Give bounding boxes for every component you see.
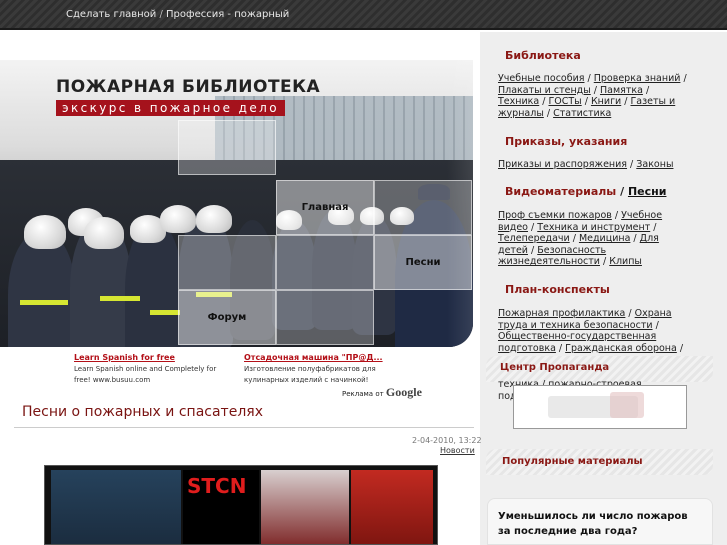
link-books[interactable]: Книги — [591, 96, 621, 107]
nav-home[interactable]: Главная — [276, 180, 374, 235]
nav-songs[interactable]: Песни — [374, 235, 472, 290]
link-laws[interactable]: Законы — [636, 159, 673, 170]
ad-item: Learn Spanish for free Learn Spanish onl… — [74, 352, 234, 386]
ads-by-label: Реклама от — [342, 390, 384, 398]
nav-tile — [276, 290, 374, 345]
link-clips[interactable]: Клипы — [609, 256, 642, 267]
poll-box: Уменьшилось ли число пожаров за последни… — [487, 498, 713, 545]
ad-text: Изготовление полуфабрикатов для кулинарн… — [244, 365, 376, 384]
songs-heading-link[interactable]: Песни — [628, 185, 667, 198]
page-breadcrumb[interactable]: Профессия - пожарный — [166, 9, 289, 20]
plans-heading: План-конспекты — [505, 283, 610, 296]
article-title[interactable]: Песни о пожарных и спасателях — [22, 404, 263, 420]
divider — [14, 427, 474, 428]
link-gost[interactable]: ГОСТы — [548, 96, 581, 107]
google-logo: Google — [385, 385, 422, 399]
link-tv[interactable]: Телепередачи — [498, 233, 570, 244]
propaganda-title: Центр Пропаганда — [500, 362, 610, 373]
hero-nav-grid: Главная Песни Форум — [178, 120, 473, 347]
reflective-stripe — [150, 310, 180, 315]
fire-truck-banner[interactable] — [513, 385, 687, 429]
link-statistics[interactable]: Статистика — [553, 108, 611, 119]
link-equipment[interactable]: Техника — [498, 96, 539, 107]
link-memo[interactable]: Памятка — [600, 85, 643, 96]
make-home-link[interactable]: Сделать главной — [66, 9, 156, 20]
truck-cab-shape — [610, 392, 644, 418]
nav-forum[interactable]: Форум — [178, 290, 276, 345]
article-image: STCN — [44, 465, 438, 545]
helmet-icon — [24, 215, 66, 249]
article-category-link[interactable]: Новости — [440, 446, 475, 455]
link-posters[interactable]: Плакаты и стенды — [498, 85, 591, 96]
library-heading: Библиотека — [505, 49, 581, 62]
video-heading: Видеоматериалы / Песни — [505, 185, 667, 198]
link-fire-prevention[interactable]: Пожарная профилактика — [498, 308, 625, 319]
nav-tile — [276, 235, 374, 290]
video-links: Проф съемки пожаров / Учебное видео / Те… — [498, 210, 663, 267]
nav-tile — [374, 180, 472, 235]
video-heading-text: Видеоматериалы — [505, 185, 617, 198]
site-title-block: ПОЖАРНАЯ БИБЛИОТЕКА экскурс в пожарное д… — [56, 77, 320, 116]
link-tools[interactable]: Техника и инструмент — [537, 222, 650, 233]
link-orders[interactable]: Приказы и распоряжения — [498, 159, 627, 170]
album-label: STCN — [187, 474, 247, 498]
popular-title: Популярные материалы — [502, 456, 643, 467]
ad-title-link[interactable]: Отсадочная машина "ПР@Д... — [244, 353, 383, 362]
album-cover: STCN — [183, 470, 259, 544]
link-textbooks[interactable]: Учебные пособия — [498, 73, 585, 84]
ads-by-google[interactable]: Реклама от Google — [342, 385, 422, 400]
ad-title-link[interactable]: Learn Spanish for free — [74, 353, 175, 362]
site-subtitle: экскурс в пожарное дело — [56, 100, 285, 116]
reflective-stripe — [20, 300, 68, 305]
album-cover — [261, 470, 349, 544]
nav-tile — [178, 235, 276, 290]
orders-links: Приказы и распоряжения / Законы — [498, 159, 674, 170]
link-fire-footage[interactable]: Проф съемки пожаров — [498, 210, 612, 221]
article-date: 2-04-2010, 13:22 — [412, 436, 482, 445]
album-cover — [351, 470, 433, 544]
ad-text: Learn Spanish online and Completely for … — [74, 365, 217, 384]
plans-links: Пожарная профилактика / Охрана труда и т… — [498, 308, 684, 354]
link-civil-defense[interactable]: Гражданская оборона — [565, 343, 677, 354]
site-title[interactable]: ПОЖАРНАЯ БИБЛИОТЕКА — [56, 77, 320, 97]
reflective-stripe — [100, 296, 140, 301]
link-medicine[interactable]: Медицина — [579, 233, 630, 244]
link-knowledge-test[interactable]: Проверка знаний — [594, 73, 681, 84]
top-links: Сделать главной / Профессия - пожарный — [66, 9, 289, 20]
nav-tile — [178, 120, 276, 175]
popular-tab[interactable]: Популярные материалы — [486, 449, 713, 475]
library-links: Учебные пособия / Проверка знаний / Плак… — [498, 73, 687, 119]
ad-item: Отсадочная машина "ПР@Д... Изготовление … — [244, 352, 384, 386]
top-bar: Сделать главной / Профессия - пожарный — [0, 0, 727, 30]
album-cover — [51, 470, 181, 544]
breadcrumb-separator: / — [156, 9, 167, 20]
orders-heading: Приказы, указания — [505, 135, 628, 148]
poll-question: Уменьшилось ли число пожаров за последни… — [498, 511, 688, 537]
helmet-icon — [84, 217, 124, 249]
ad-block: Learn Spanish for free Learn Spanish onl… — [74, 352, 474, 400]
